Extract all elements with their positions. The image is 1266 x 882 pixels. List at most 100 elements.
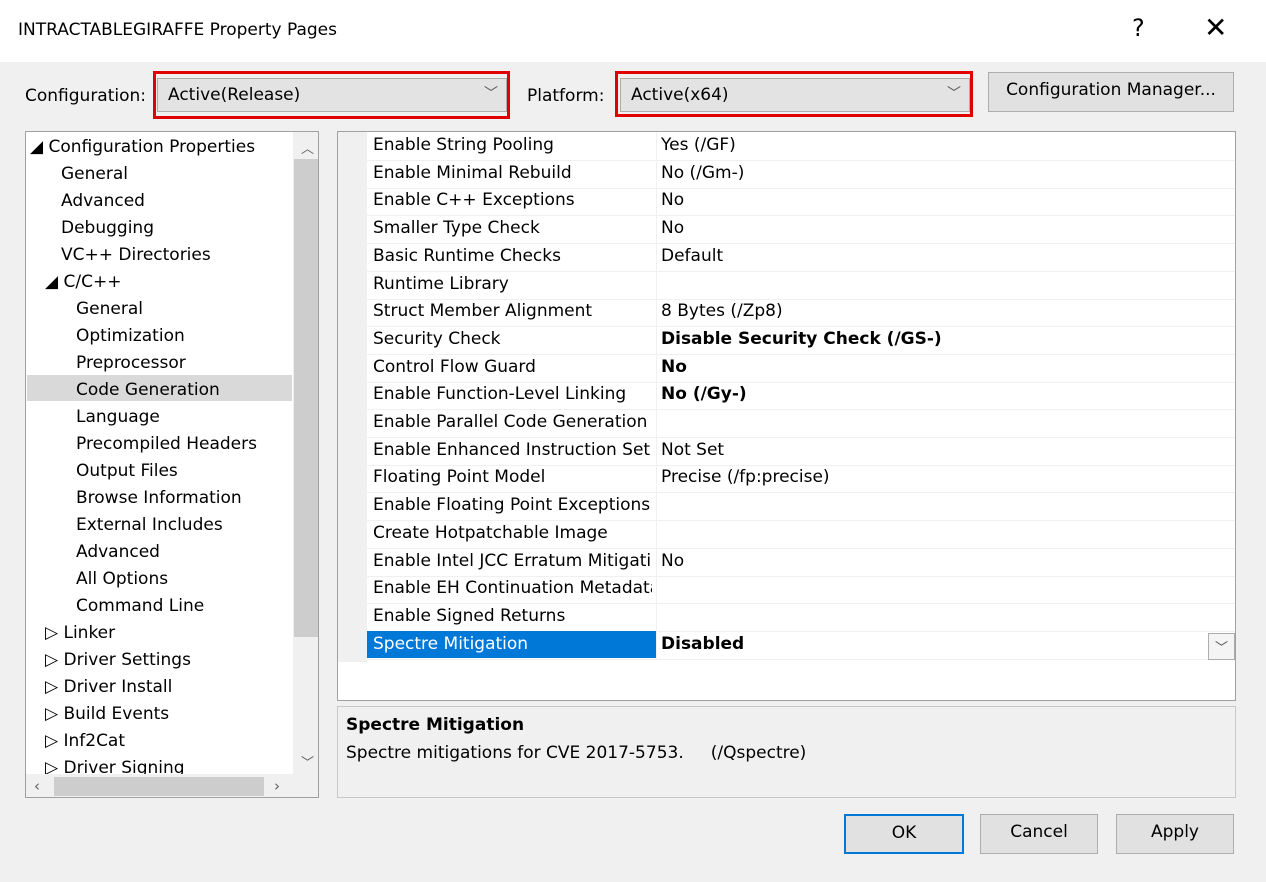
configuration-manager-button[interactable]: Configuration Manager...	[988, 72, 1234, 112]
property-row[interactable]: Control Flow Guard No	[367, 354, 1235, 383]
tree-item-configuration-properties[interactable]: ◢ Configuration Properties	[30, 137, 255, 157]
property-row[interactable]: Enable C++ Exceptions No	[367, 187, 1235, 216]
property-value[interactable]: Default	[661, 246, 723, 266]
property-row[interactable]: Enable EH Continuation Metadata	[367, 575, 1235, 604]
scroll-left-icon[interactable]: ‹	[34, 777, 40, 795]
property-value[interactable]: No	[661, 190, 684, 210]
property-value[interactable]: Not Set	[661, 440, 724, 460]
platform-label: Platform:	[527, 86, 605, 106]
column-divider	[656, 354, 657, 382]
tree-vertical-scroll-thumb[interactable]	[294, 159, 318, 637]
column-divider	[656, 381, 657, 409]
property-value[interactable]: No (/Gy-)	[661, 384, 747, 404]
property-row[interactable]: Security Check Disable Security Check (/G…	[367, 326, 1235, 355]
property-value[interactable]: Yes (/GF)	[661, 135, 736, 155]
property-name: Enable Parallel Code Generation	[373, 412, 648, 432]
cancel-label: Cancel	[1010, 822, 1068, 842]
column-divider	[656, 464, 657, 492]
property-value[interactable]: No	[661, 551, 684, 571]
property-row[interactable]: Spectre Mitigation Disabled	[367, 631, 1235, 660]
platform-highlight	[615, 71, 973, 117]
column-divider	[656, 409, 657, 437]
property-name: Enable Enhanced Instruction Set	[373, 440, 651, 460]
property-name: Enable Intel JCC Erratum Mitigation	[373, 551, 652, 571]
property-row[interactable]: Basic Runtime Checks Default	[367, 243, 1235, 272]
column-divider	[656, 243, 657, 271]
column-divider	[656, 520, 657, 548]
column-divider	[656, 187, 657, 215]
window-title: INTRACTABLEGIRAFFE Property Pages	[18, 20, 337, 40]
tree-item-language[interactable]: Language	[76, 407, 160, 427]
apply-label: Apply	[1151, 822, 1199, 842]
property-name: Runtime Library	[373, 274, 509, 294]
property-row[interactable]: Struct Member Alignment 8 Bytes (/Zp8)	[367, 298, 1235, 327]
column-divider	[656, 215, 657, 243]
tree-item-vc-directories[interactable]: VC++ Directories	[61, 245, 211, 265]
property-row[interactable]: Create Hotpatchable Image	[367, 520, 1235, 549]
tree-item-all-options[interactable]: All Options	[76, 569, 168, 589]
property-row[interactable]: Enable String Pooling Yes (/GF)	[367, 132, 1235, 161]
tree-item-driver-settings[interactable]: ▷ Driver Settings	[45, 650, 191, 670]
ok-button[interactable]: OK	[844, 814, 964, 854]
property-value[interactable]: No (/Gm-)	[661, 163, 744, 183]
tree-item-preprocessor[interactable]: Preprocessor	[76, 353, 186, 373]
scroll-right-icon[interactable]: ›	[274, 777, 280, 795]
property-grid-gutter	[338, 132, 367, 662]
value-dropdown-button[interactable]: ﹀	[1208, 633, 1235, 660]
tree-item-inf2cat[interactable]: ▷ Inf2Cat	[45, 731, 125, 751]
category-tree[interactable]: ◢ Configuration Properties General Advan…	[25, 131, 319, 798]
tree-item-linker[interactable]: ▷ Linker	[45, 623, 115, 643]
property-row[interactable]: Floating Point Model Precise (/fp:precise…	[367, 464, 1235, 493]
apply-button[interactable]: Apply	[1116, 814, 1234, 854]
property-row[interactable]: Enable Intel JCC Erratum Mitigation No	[367, 548, 1235, 577]
tree-item-browse-information[interactable]: Browse Information	[76, 488, 242, 508]
ok-label: OK	[891, 823, 917, 843]
tree-item-debugging[interactable]: Debugging	[61, 218, 154, 238]
tree-item-output-files[interactable]: Output Files	[76, 461, 178, 481]
scroll-up-icon[interactable]: ︿	[301, 138, 314, 157]
property-name: Enable Signed Returns	[373, 606, 566, 626]
property-row[interactable]: Enable Parallel Code Generation	[367, 409, 1235, 438]
tree-item-code-generation[interactable]: Code Generation	[76, 380, 220, 400]
cancel-button[interactable]: Cancel	[980, 814, 1098, 854]
tree-item-advanced[interactable]: Advanced	[61, 191, 145, 211]
property-row[interactable]: Runtime Library	[367, 271, 1235, 300]
property-name: Basic Runtime Checks	[373, 246, 561, 266]
property-row[interactable]: Enable Minimal Rebuild No (/Gm-)	[367, 160, 1235, 189]
property-value[interactable]: 8 Bytes (/Zp8)	[661, 301, 783, 321]
property-name: Control Flow Guard	[373, 357, 536, 377]
column-divider	[656, 271, 657, 299]
property-row[interactable]: Enable Signed Returns	[367, 603, 1235, 632]
close-icon[interactable]: ✕	[1204, 11, 1227, 44]
property-grid[interactable]: Enable String Pooling Yes (/GF) Enable Min…	[337, 131, 1236, 701]
column-divider	[656, 437, 657, 465]
column-divider	[656, 575, 657, 603]
tree-item-general[interactable]: General	[61, 164, 128, 184]
scroll-down-icon[interactable]: ﹀	[301, 752, 314, 771]
property-value[interactable]: Disabled	[661, 634, 744, 654]
tree-item-precompiled-headers[interactable]: Precompiled Headers	[76, 434, 257, 454]
property-row[interactable]: Smaller Type Check No	[367, 215, 1235, 244]
column-divider	[656, 132, 657, 160]
property-name: Enable String Pooling	[373, 135, 554, 155]
tree-item-driver-install[interactable]: ▷ Driver Install	[45, 677, 172, 697]
property-value[interactable]: Disable Security Check (/GS-)	[661, 329, 942, 349]
property-value[interactable]: No	[661, 218, 684, 238]
tree-item-cpp[interactable]: ◢ C/C++	[45, 272, 121, 292]
tree-item-external-includes[interactable]: External Includes	[76, 515, 223, 535]
help-button[interactable]: ?	[1132, 14, 1145, 42]
property-name: Enable EH Continuation Metadata	[373, 578, 652, 598]
property-row[interactable]: Enable Enhanced Instruction Set Not Set	[367, 437, 1235, 466]
tree-item-build-events[interactable]: ▷ Build Events	[45, 704, 169, 724]
property-name: Smaller Type Check	[373, 218, 540, 238]
property-row[interactable]: Enable Floating Point Exceptions	[367, 492, 1235, 521]
tree-item-cpp-general[interactable]: General	[76, 299, 143, 319]
tree-horizontal-scroll-thumb[interactable]	[54, 777, 264, 796]
property-value[interactable]: No	[661, 357, 687, 377]
column-divider	[656, 326, 657, 354]
property-value[interactable]: Precise (/fp:precise)	[661, 467, 830, 487]
tree-item-cpp-advanced[interactable]: Advanced	[76, 542, 160, 562]
property-row[interactable]: Enable Function-Level Linking No (/Gy-)	[367, 381, 1235, 410]
tree-item-optimization[interactable]: Optimization	[76, 326, 185, 346]
tree-item-command-line[interactable]: Command Line	[76, 596, 204, 616]
